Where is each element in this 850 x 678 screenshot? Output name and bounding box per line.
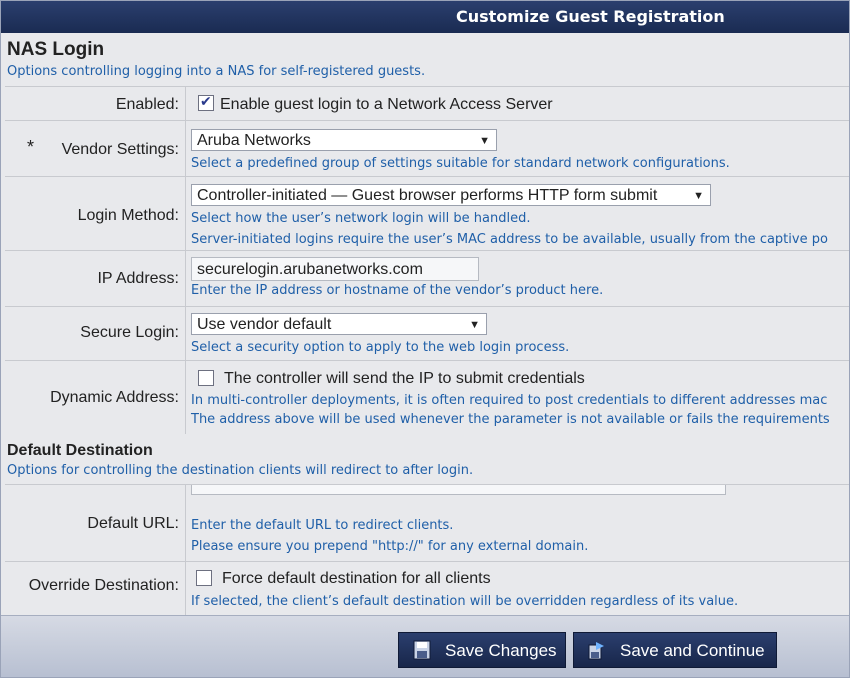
button-bar: Save Changes Save and Continue — [1, 615, 849, 677]
registration-window: Customize Guest Registration NAS Login O… — [0, 0, 850, 678]
ip-address-row: IP Address: securelogin.arubanetworks.co… — [5, 250, 849, 307]
chevron-down-icon: ▼ — [469, 319, 480, 331]
dynamic-address-hint-1: In multi-controller deployments, it is o… — [191, 393, 828, 408]
window-title: Customize Guest Registration — [456, 7, 725, 26]
enabled-checkbox-label[interactable]: Enable guest login to a Network Access S… — [220, 96, 553, 114]
dynamic-address-checkbox-label[interactable]: The controller will send the IP to submi… — [224, 370, 585, 388]
secure-login-label: Secure Login: — [80, 324, 179, 341]
login-method-hint-1: Select how the user’s network login will… — [191, 211, 531, 226]
vendor-row: * Vendor Settings: Aruba Networks ▼ Sele… — [5, 120, 849, 177]
secure-login-select[interactable]: Use vendor default ▼ — [191, 313, 487, 335]
dest-section-title: Default Destination — [7, 442, 153, 459]
floppy-disk-icon — [413, 640, 431, 660]
save-changes-button[interactable]: Save Changes — [398, 632, 566, 668]
default-url-hint-1: Enter the default URL to redirect client… — [191, 518, 454, 533]
chevron-down-icon: ▼ — [693, 190, 704, 202]
default-url-input[interactable] — [191, 485, 726, 495]
vendor-select[interactable]: Aruba Networks ▼ — [191, 129, 497, 151]
save-changes-label: Save Changes — [445, 641, 557, 660]
chevron-down-icon: ▼ — [479, 135, 490, 147]
override-checkbox[interactable] — [196, 570, 212, 586]
default-url-hint-2: Please ensure you prepend "http://" for … — [191, 539, 589, 554]
save-forward-icon — [588, 642, 604, 660]
enabled-label: Enabled: — [115, 96, 179, 113]
ip-address-value: securelogin.arubanetworks.com — [197, 261, 423, 278]
ip-address-label: IP Address: — [97, 270, 179, 287]
vendor-cell: Aruba Networks ▼ Select a predefined gro… — [185, 121, 846, 177]
vendor-label: Vendor Settings: — [61, 141, 179, 158]
override-row: Override Destination: Force default dest… — [5, 561, 849, 616]
dynamic-address-checkbox[interactable] — [198, 370, 214, 386]
dynamic-address-cell: The controller will send the IP to submi… — [185, 361, 846, 434]
ip-address-cell: securelogin.arubanetworks.com Enter the … — [185, 251, 846, 307]
dest-section-description: Options for controlling the destination … — [7, 463, 474, 478]
enabled-cell: Enable guest login to a Network Access S… — [185, 87, 846, 121]
default-url-row: Default URL: Enter the default URL to re… — [5, 484, 849, 562]
dynamic-address-row: Dynamic Address: The controller will sen… — [5, 360, 849, 434]
title-bar: Customize Guest Registration — [1, 1, 849, 33]
required-marker: * — [27, 137, 35, 157]
login-method-hint-2: Server-initiated logins require the user… — [191, 232, 828, 247]
ip-address-input[interactable]: securelogin.arubanetworks.com — [191, 257, 479, 281]
save-and-continue-button[interactable]: Save and Continue — [573, 632, 777, 668]
secure-login-hint: Select a security option to apply to the… — [191, 340, 570, 355]
login-method-cell: Controller-initiated — Guest browser per… — [185, 177, 846, 251]
dynamic-address-label: Dynamic Address: — [50, 389, 179, 406]
ip-address-hint: Enter the IP address or hostname of the … — [191, 283, 604, 298]
vendor-hint: Select a predefined group of settings su… — [191, 156, 730, 171]
dynamic-address-hint-2: The address above will be used whenever … — [191, 412, 830, 427]
save-and-continue-label: Save and Continue — [620, 641, 765, 660]
nas-section-description: Options controlling logging into a NAS f… — [7, 64, 426, 79]
override-label: Override Destination: — [28, 577, 179, 594]
login-method-select-value: Controller-initiated — Guest browser per… — [197, 187, 658, 204]
default-url-cell: Enter the default URL to redirect client… — [185, 485, 846, 562]
default-url-label: Default URL: — [87, 515, 179, 532]
nas-section-title: NAS Login — [7, 39, 105, 60]
login-method-label: Login Method: — [77, 207, 179, 224]
login-method-row: Login Method: Controller-initiated — Gue… — [5, 176, 849, 251]
override-cell: Force default destination for all client… — [185, 562, 846, 616]
enabled-row: Enabled: Enable guest login to a Network… — [5, 86, 849, 121]
override-hint: If selected, the client’s default destin… — [191, 594, 739, 609]
enabled-checkbox[interactable] — [198, 93, 214, 111]
secure-login-row: Secure Login: Use vendor default ▼ Selec… — [5, 306, 849, 361]
secure-login-cell: Use vendor default ▼ Select a security o… — [185, 307, 846, 361]
vendor-select-value: Aruba Networks — [197, 132, 311, 149]
secure-login-select-value: Use vendor default — [197, 316, 332, 333]
login-method-select[interactable]: Controller-initiated — Guest browser per… — [191, 184, 711, 206]
override-checkbox-label[interactable]: Force default destination for all client… — [222, 570, 491, 588]
